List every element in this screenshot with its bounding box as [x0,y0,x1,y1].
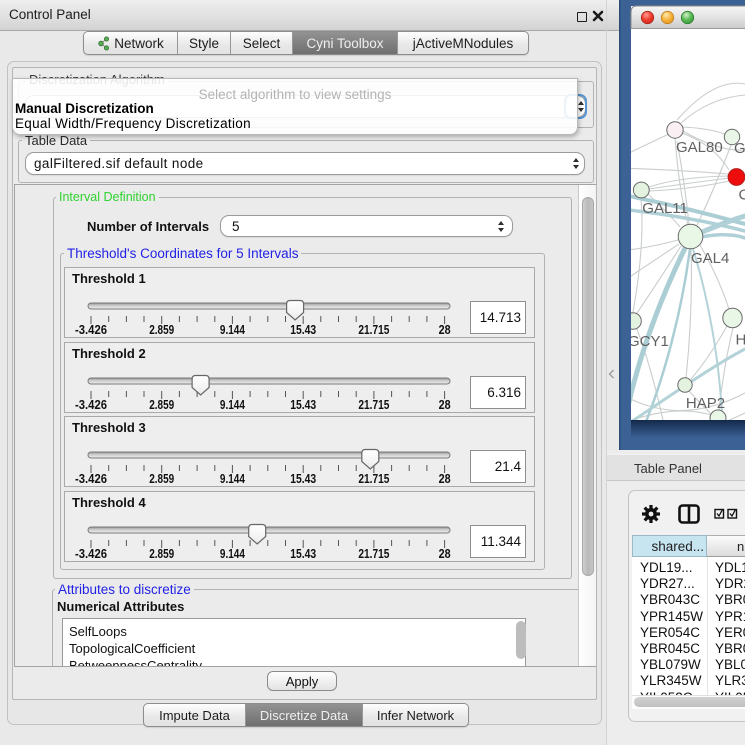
svg-text:GAL80: GAL80 [676,139,723,156]
svg-text:2.859: 2.859 [149,397,174,412]
svg-text:15.43: 15.43 [290,471,316,486]
svg-text:2.859: 2.859 [149,546,174,561]
svg-text:21.715: 21.715 [358,546,389,561]
svg-text:15.43: 15.43 [290,546,316,561]
svg-text:28: 28 [439,471,451,486]
svg-text:HAP2: HAP2 [686,395,725,412]
svg-text:-3.426: -3.426 [75,397,107,412]
svg-text:GAL1: GAL1 [734,140,745,157]
svg-text:-3.426: -3.426 [75,322,107,337]
svg-text:HL: HL [736,332,745,349]
svg-text:C: C [739,187,745,204]
svg-text:21.715: 21.715 [358,397,389,412]
svg-text:9.144: 9.144 [220,546,246,561]
svg-text:28: 28 [439,397,451,412]
svg-text:28: 28 [439,546,451,561]
svg-text:2.859: 2.859 [149,471,174,486]
svg-text:2.859: 2.859 [149,322,174,337]
svg-text:15.43: 15.43 [290,397,316,412]
svg-text:-3.426: -3.426 [75,546,107,561]
svg-text:GCY1: GCY1 [628,333,669,350]
svg-text:GAL4: GAL4 [691,250,729,267]
svg-text:28: 28 [439,322,451,337]
svg-text:-3.426: -3.426 [75,471,107,486]
svg-text:9.144: 9.144 [220,397,246,412]
svg-text:9.144: 9.144 [220,322,246,337]
svg-text:21.715: 21.715 [358,322,389,337]
svg-text:15.43: 15.43 [290,322,316,337]
svg-text:21.715: 21.715 [358,471,389,486]
svg-text:GAL11: GAL11 [642,200,688,217]
svg-text:9.144: 9.144 [220,471,246,486]
